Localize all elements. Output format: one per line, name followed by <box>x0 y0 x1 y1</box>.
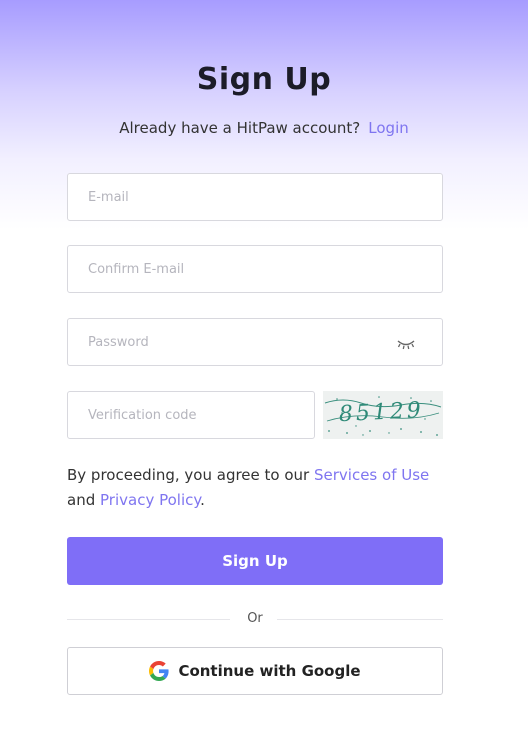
account-prompt-text: Already have a HitPaw account? <box>119 119 361 137</box>
page-title: Sign Up <box>196 62 332 97</box>
captcha-text: 85129 <box>338 398 427 428</box>
captcha-image[interactable]: 85129 <box>323 391 443 439</box>
email-input[interactable] <box>68 174 442 220</box>
services-of-use-link[interactable]: Services of Use <box>314 466 429 484</box>
sign-up-button[interactable]: Sign Up <box>67 537 443 585</box>
verification-code-input[interactable] <box>68 392 314 438</box>
consent-text: By proceeding, you agree to our Services… <box>67 463 447 513</box>
login-link[interactable]: Login <box>368 119 408 137</box>
email-field[interactable] <box>67 173 443 221</box>
google-icon <box>149 661 170 681</box>
confirm-email-input[interactable] <box>68 246 442 292</box>
continue-with-google-button[interactable]: Continue with Google <box>67 647 443 695</box>
divider-right <box>277 619 443 620</box>
consent-suffix: . <box>200 491 205 509</box>
password-field[interactable] <box>67 318 443 366</box>
google-button-label: Continue with Google <box>178 662 361 680</box>
password-input[interactable] <box>68 319 442 365</box>
eye-closed-icon[interactable] <box>396 336 416 350</box>
privacy-policy-link[interactable]: Privacy Policy <box>100 491 200 509</box>
confirm-email-field[interactable] <box>67 245 443 293</box>
verification-code-field[interactable] <box>67 391 315 439</box>
login-prompt: Already have a HitPaw account? Login <box>0 119 528 137</box>
consent-prefix: By proceeding, you agree to our <box>67 466 310 484</box>
consent-and: and <box>67 491 96 509</box>
